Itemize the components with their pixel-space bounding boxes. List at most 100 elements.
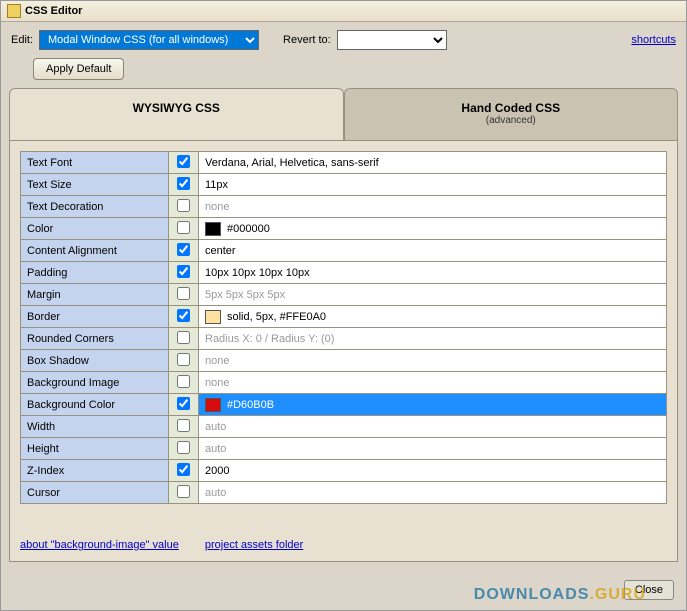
- color-swatch[interactable]: [205, 310, 221, 324]
- property-checkbox[interactable]: [177, 331, 190, 344]
- property-checkbox[interactable]: [177, 397, 190, 410]
- property-label[interactable]: Width: [21, 416, 169, 438]
- property-check-cell: [169, 196, 199, 218]
- property-value-text: Radius X: 0 / Radius Y: (0): [205, 333, 334, 345]
- property-value-text: Verdana, Arial, Helvetica, sans-serif: [205, 157, 379, 169]
- property-value-text: solid, 5px, #FFE0A0: [227, 310, 326, 322]
- property-row: Text Font Verdana, Arial, Helvetica, sans…: [21, 152, 667, 174]
- property-value[interactable]: 11px: [199, 174, 667, 196]
- tabs: WYSIWYG CSS Hand Coded CSS (advanced): [9, 88, 678, 140]
- property-row: Content Alignment center: [21, 240, 667, 262]
- property-value-text: auto: [205, 443, 226, 455]
- property-row: Box Shadow none: [21, 350, 667, 372]
- property-value[interactable]: auto: [199, 482, 667, 504]
- edit-select[interactable]: Modal Window CSS (for all windows): [39, 30, 259, 50]
- property-checkbox[interactable]: [177, 441, 190, 454]
- property-checkbox[interactable]: [177, 287, 190, 300]
- property-label[interactable]: Text Size: [21, 174, 169, 196]
- revert-select[interactable]: [337, 30, 447, 50]
- property-checkbox[interactable]: [177, 243, 190, 256]
- property-value[interactable]: none: [199, 350, 667, 372]
- bottom-bar: DOWNLOADS.GURU Close: [1, 570, 686, 610]
- property-row: Text Size 11px: [21, 174, 667, 196]
- property-label[interactable]: Rounded Corners: [21, 328, 169, 350]
- color-swatch[interactable]: [205, 222, 221, 236]
- property-row: Border solid, 5px, #FFE0A0: [21, 306, 667, 328]
- property-checkbox[interactable]: [177, 353, 190, 366]
- property-checkbox[interactable]: [177, 177, 190, 190]
- watermark: DOWNLOADS.GURU: [474, 586, 646, 604]
- property-label[interactable]: Cursor: [21, 482, 169, 504]
- property-checkbox[interactable]: [177, 199, 190, 212]
- property-value-text: none: [205, 355, 229, 367]
- property-value[interactable]: solid, 5px, #FFE0A0: [199, 306, 667, 328]
- assets-link[interactable]: project assets folder: [205, 539, 303, 551]
- property-row: Text Decoration none: [21, 196, 667, 218]
- property-value[interactable]: auto: [199, 416, 667, 438]
- about-bg-link[interactable]: about "background-image" value: [20, 539, 179, 551]
- property-row: Z-Index 2000: [21, 460, 667, 482]
- panel-footer: about "background-image" value project a…: [20, 531, 667, 551]
- button-row: Apply Default: [1, 56, 686, 88]
- property-checkbox[interactable]: [177, 309, 190, 322]
- property-checkbox[interactable]: [177, 265, 190, 278]
- property-check-cell: [169, 218, 199, 240]
- property-check-cell: [169, 394, 199, 416]
- property-value[interactable]: center: [199, 240, 667, 262]
- property-value[interactable]: Radius X: 0 / Radius Y: (0): [199, 328, 667, 350]
- property-checkbox[interactable]: [177, 463, 190, 476]
- property-value[interactable]: #D60B0B: [199, 394, 667, 416]
- titlebar: CSS Editor: [1, 1, 686, 22]
- property-label[interactable]: Text Decoration: [21, 196, 169, 218]
- property-value[interactable]: #000000: [199, 218, 667, 240]
- revert-label: Revert to:: [283, 34, 331, 46]
- property-check-cell: [169, 460, 199, 482]
- property-row: Cursor auto: [21, 482, 667, 504]
- property-value[interactable]: none: [199, 372, 667, 394]
- property-label[interactable]: Text Font: [21, 152, 169, 174]
- color-swatch[interactable]: [205, 398, 221, 412]
- property-row: Background Image none: [21, 372, 667, 394]
- property-row: Height auto: [21, 438, 667, 460]
- property-value-text: 5px 5px 5px 5px: [205, 289, 285, 301]
- property-value[interactable]: Verdana, Arial, Helvetica, sans-serif: [199, 152, 667, 174]
- property-check-cell: [169, 240, 199, 262]
- property-label[interactable]: Margin: [21, 284, 169, 306]
- window-title: CSS Editor: [25, 5, 82, 17]
- property-value-text: 10px 10px 10px 10px: [205, 267, 310, 279]
- property-label[interactable]: Box Shadow: [21, 350, 169, 372]
- property-value[interactable]: none: [199, 196, 667, 218]
- property-row: Margin 5px 5px 5px 5px: [21, 284, 667, 306]
- shortcuts-link[interactable]: shortcuts: [631, 34, 676, 46]
- property-label[interactable]: Background Color: [21, 394, 169, 416]
- property-check-cell: [169, 328, 199, 350]
- property-value-text: 11px: [205, 179, 228, 191]
- property-value[interactable]: 10px 10px 10px 10px: [199, 262, 667, 284]
- property-checkbox[interactable]: [177, 485, 190, 498]
- property-label[interactable]: Content Alignment: [21, 240, 169, 262]
- tab-handcoded[interactable]: Hand Coded CSS (advanced): [344, 88, 679, 140]
- apply-default-button[interactable]: Apply Default: [33, 58, 124, 80]
- property-checkbox[interactable]: [177, 419, 190, 432]
- property-checkbox[interactable]: [177, 155, 190, 168]
- tab-wysiwyg[interactable]: WYSIWYG CSS: [9, 88, 344, 140]
- property-row: Padding 10px 10px 10px 10px: [21, 262, 667, 284]
- property-checkbox[interactable]: [177, 375, 190, 388]
- property-value-text: none: [205, 201, 229, 213]
- property-row: Background Color #D60B0B: [21, 394, 667, 416]
- property-value[interactable]: auto: [199, 438, 667, 460]
- property-label[interactable]: Border: [21, 306, 169, 328]
- property-check-cell: [169, 306, 199, 328]
- property-label[interactable]: Padding: [21, 262, 169, 284]
- property-label[interactable]: Height: [21, 438, 169, 460]
- property-value-text: auto: [205, 421, 226, 433]
- property-checkbox[interactable]: [177, 221, 190, 234]
- property-check-cell: [169, 416, 199, 438]
- property-label[interactable]: Color: [21, 218, 169, 240]
- property-row: Color #000000: [21, 218, 667, 240]
- property-value-text: #D60B0B: [227, 398, 274, 410]
- property-label[interactable]: Background Image: [21, 372, 169, 394]
- property-label[interactable]: Z-Index: [21, 460, 169, 482]
- property-value[interactable]: 2000: [199, 460, 667, 482]
- property-value[interactable]: 5px 5px 5px 5px: [199, 284, 667, 306]
